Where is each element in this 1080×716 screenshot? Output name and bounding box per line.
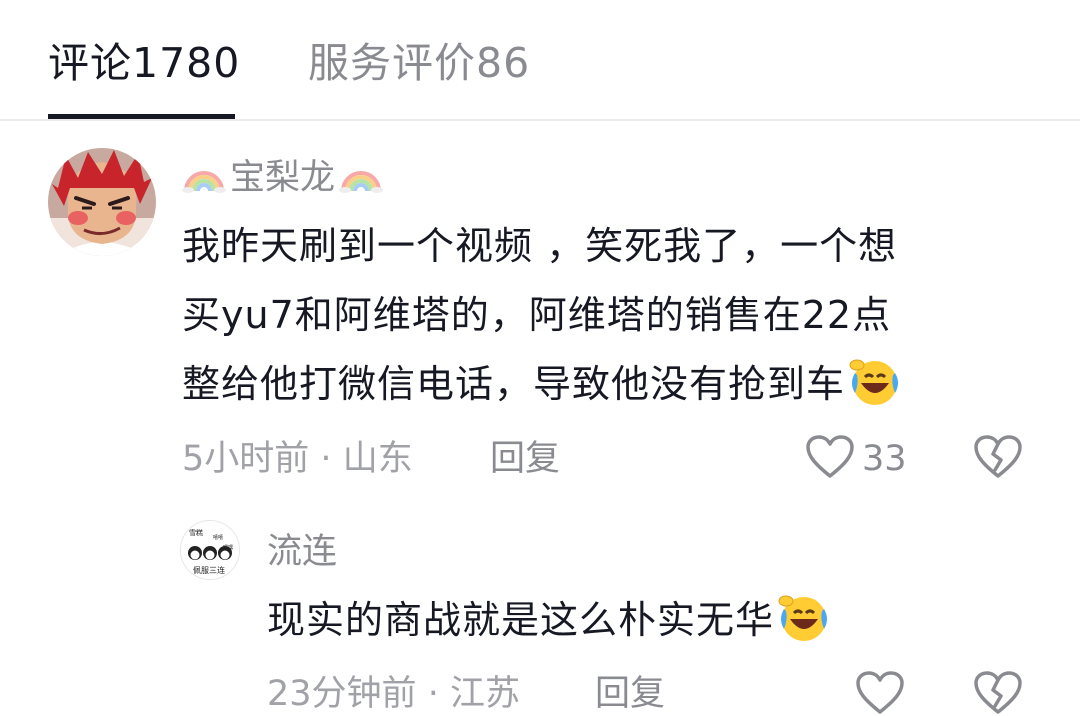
rainbow-icon: [339, 171, 384, 193]
like-count: 33: [862, 439, 907, 479]
tab-comments-count: 1780: [132, 39, 241, 87]
avatar[interactable]: [48, 148, 156, 256]
comment-text[interactable]: 我昨天刷到一个视频 ，笑死我了，一个想 买yu7和阿维塔的，阿维塔的销售在22点…: [182, 212, 1012, 419]
laughing-crying-emoji-icon: [849, 359, 899, 405]
comment-line-text: 现实的商战就是这么朴实无华: [267, 598, 775, 642]
tab-reviews-label: 服务评价: [308, 39, 476, 87]
username-text: 宝梨龙: [230, 158, 336, 198]
comment-meta: 5小时前 · 山东: [182, 437, 413, 481]
comment-location: 江苏: [449, 674, 520, 714]
active-tab-indicator: [48, 114, 235, 119]
rainbow-icon: [182, 171, 226, 193]
broken-heart-icon[interactable]: [973, 670, 1023, 716]
laughing-crying-emoji-icon: [778, 595, 828, 641]
comment-text[interactable]: 现实的商战就是这么朴实无华: [267, 586, 832, 655]
comment-line-text: 整给他打微信电话，导致他没有抢到车: [182, 362, 846, 406]
comment-line: 买yu7和阿维塔的，阿维塔的销售在22点: [182, 293, 892, 337]
avatar-text: 嘻嘻: [213, 534, 223, 541]
meta-separator: ·: [427, 674, 439, 714]
avatar[interactable]: 雪糕 嘻嘻 嘿嘿 佩服三连: [180, 520, 240, 580]
comment-line: 整给他打微信电话，导致他没有抢到车: [182, 350, 1012, 419]
comment-username[interactable]: 宝梨龙: [182, 156, 384, 200]
comment-username[interactable]: 流连: [267, 530, 337, 574]
heart-icon[interactable]: [805, 434, 855, 480]
meta-separator: ·: [320, 439, 332, 479]
reply-button[interactable]: 回复: [595, 672, 665, 716]
comment-location: 山东: [342, 439, 413, 479]
comment-tabs: 评论1780 服务评价86: [0, 0, 1080, 121]
avatar-text: 佩服三连: [193, 565, 225, 575]
tab-reviews-count: 86: [476, 39, 531, 87]
comment-time: 5小时前: [182, 439, 310, 479]
heart-icon[interactable]: [855, 670, 905, 716]
comment-line: 我昨天刷到一个视频 ，笑死我了，一个想: [182, 224, 898, 268]
tab-comments-label: 评论: [48, 39, 132, 87]
tab-comments[interactable]: 评论1780: [48, 38, 240, 88]
reply-button[interactable]: 回复: [490, 437, 560, 481]
avatar-text: 雪糕: [189, 528, 203, 537]
broken-heart-icon[interactable]: [973, 434, 1023, 480]
comment-meta: 23分钟前 · 江苏: [267, 672, 520, 716]
tab-service-reviews[interactable]: 服务评价86: [308, 38, 530, 88]
comment-time: 23分钟前: [267, 674, 417, 714]
